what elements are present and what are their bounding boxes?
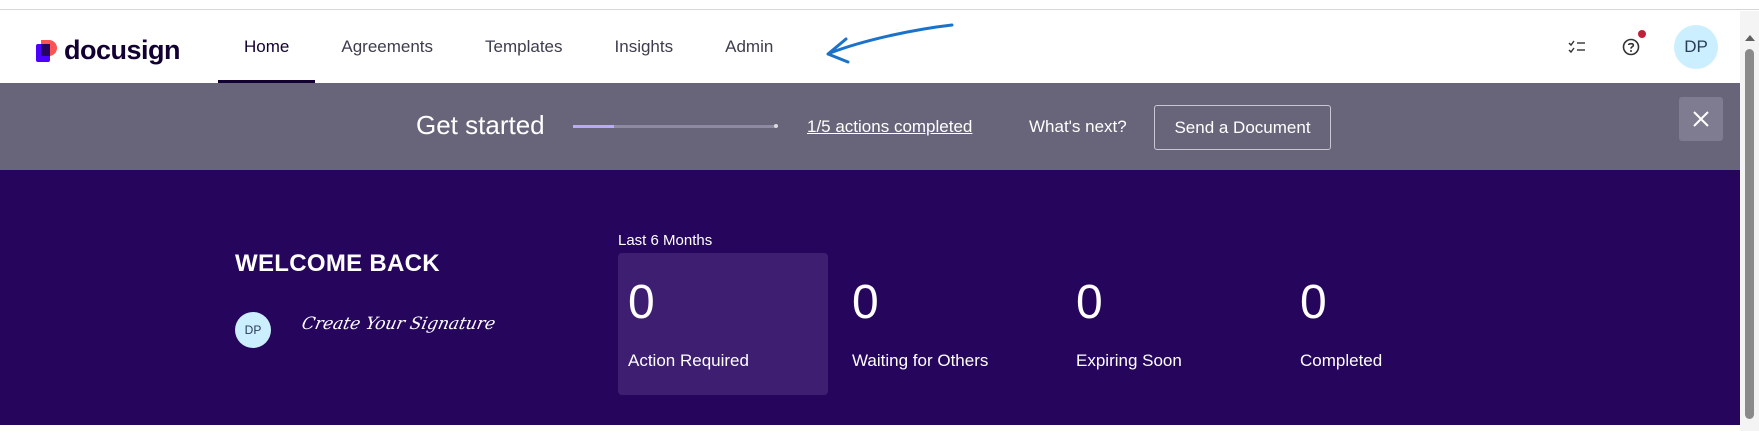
welcome-section: WELCOME BACK DP Create Your Signature La… [0, 170, 1740, 425]
header-actions: DP [1566, 11, 1740, 83]
page-scrollbar[interactable] [1740, 11, 1759, 431]
logo-wordmark: docusign [64, 35, 181, 65]
nav-tab-insights[interactable]: Insights [589, 11, 700, 83]
nav-tab-agreements[interactable]: Agreements [315, 11, 459, 83]
stat-value: 0 [852, 276, 879, 329]
stats-cards: 0 Action Required 0 Waiting for Others 0… [618, 253, 1514, 395]
nav-tab-templates[interactable]: Templates [459, 11, 588, 83]
scroll-up-arrow-icon[interactable] [1745, 35, 1755, 41]
get-started-progress-bar [573, 124, 778, 128]
get-started-banner: Get started 1/5 actions completed What's… [0, 83, 1740, 170]
nav-tab-home[interactable]: Home [218, 11, 316, 83]
stat-label: Action Required [628, 351, 749, 370]
help-icon[interactable] [1620, 30, 1646, 58]
progress-fill [573, 125, 614, 128]
user-avatar[interactable]: DP [1674, 25, 1718, 69]
stat-card-completed[interactable]: 0 Completed [1290, 253, 1500, 395]
stat-value: 0 [628, 276, 655, 329]
browser-top-edge [0, 0, 1759, 10]
progress-end-dot [774, 124, 778, 128]
welcome-heading: WELCOME BACK [235, 250, 440, 277]
stat-label: Waiting for Others [852, 351, 989, 370]
stat-value: 0 [1076, 276, 1103, 329]
notification-dot [1638, 30, 1646, 38]
actions-completed-link[interactable]: 1/5 actions completed [807, 117, 972, 137]
close-icon [1693, 111, 1709, 127]
nav-tab-admin[interactable]: Admin [699, 11, 799, 83]
send-document-button[interactable]: Send a Document [1154, 105, 1331, 150]
close-banner-button[interactable] [1679, 97, 1723, 141]
stat-value: 0 [1300, 276, 1327, 329]
annotation-arrow [826, 23, 954, 64]
scroll-thumb[interactable] [1745, 49, 1754, 419]
get-started-title: Get started [416, 110, 545, 140]
main-nav: Home Agreements Templates Insights Admin [218, 11, 799, 83]
stat-label: Completed [1300, 351, 1383, 370]
welcome-avatar: DP [235, 312, 271, 348]
whats-next-label: What's next? [1029, 117, 1127, 136]
docusign-logo-mark-icon [36, 39, 58, 62]
checklist-icon[interactable] [1566, 36, 1588, 58]
stat-label: Expiring Soon [1076, 351, 1182, 370]
create-signature-link[interactable]: Create Your Signature [300, 314, 497, 334]
stat-card-expiring-soon[interactable]: 0 Expiring Soon [1066, 253, 1276, 395]
docusign-logo[interactable]: docusign [36, 35, 181, 66]
stat-card-waiting-for-others[interactable]: 0 Waiting for Others [842, 253, 1052, 395]
stats-period-label: Last 6 Months [618, 232, 713, 249]
stat-card-action-required[interactable]: 0 Action Required [618, 253, 828, 395]
top-navigation-bar: docusign Home Agreements Templates Insig… [0, 11, 1740, 83]
